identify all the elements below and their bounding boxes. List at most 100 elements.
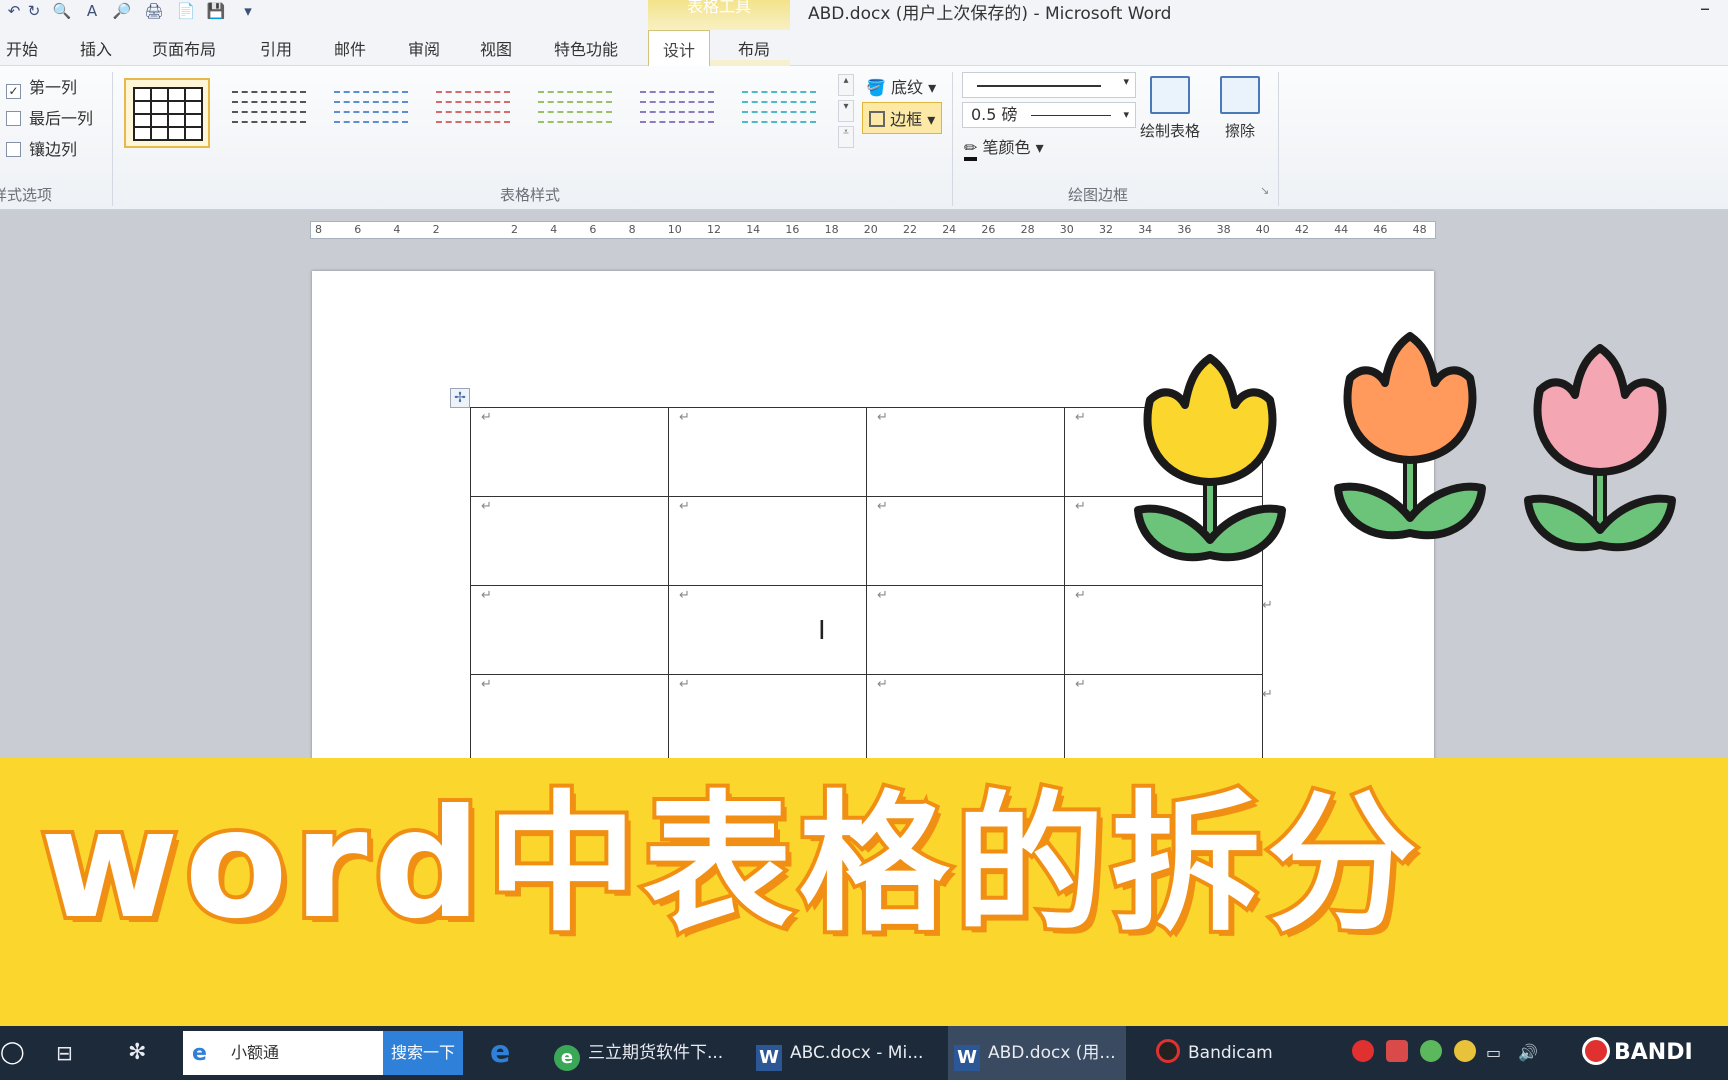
- shading-button[interactable]: 🪣 底纹 ▾: [866, 74, 936, 98]
- ruler-tick-label: 2: [511, 223, 518, 236]
- pen-color-button[interactable]: ✏ 笔颜色 ▾: [964, 134, 1044, 161]
- horizontal-ruler[interactable]: 8 6 4 2 2 4 6 8 10 12 14 16 18 20 22 24 26 28 30 32 34 36 38 40…: [310, 221, 1436, 239]
- row-end-mark: ↵: [1262, 598, 1273, 613]
- table-cell[interactable]: ↵: [866, 585, 1065, 675]
- cell-end-mark: ↵: [1075, 588, 1086, 603]
- table-cell[interactable]: ↵: [1064, 674, 1263, 764]
- start-icon[interactable]: ◯: [0, 1026, 30, 1080]
- taskbar-item-abd-docx[interactable]: W ABD.docx (用...: [948, 1026, 1126, 1080]
- dialog-launcher-icon[interactable]: ↘: [1260, 184, 1269, 197]
- table-style-thumbnail[interactable]: [634, 78, 720, 148]
- banner-title: word中表格的拆分: [36, 778, 1423, 952]
- green-app-icon: e: [554, 1045, 580, 1071]
- search-button[interactable]: 搜索一下: [383, 1031, 463, 1075]
- tray-app-icon[interactable]: [1386, 1040, 1408, 1062]
- ie-icon: e: [192, 1041, 207, 1066]
- taskbar-item-futures-software[interactable]: e 三立期货软件下...: [550, 1026, 728, 1080]
- table-cell[interactable]: ↵: [470, 674, 669, 764]
- tab-review[interactable]: 审阅: [408, 36, 440, 60]
- preview-icon[interactable]: 🔍: [52, 2, 72, 20]
- tulip-icon: [1334, 332, 1486, 540]
- draw-borders-group-label: 绘图边框: [1068, 186, 1129, 204]
- line-style-dropdown[interactable]: ▾: [962, 72, 1136, 98]
- print-icon[interactable]: 🖨: [144, 2, 164, 20]
- eraser-button[interactable]: 擦除: [1210, 76, 1270, 141]
- tulip-icon: [1524, 344, 1676, 552]
- ruler-tick-label: 46: [1373, 223, 1388, 236]
- table-row: ↵ ↵ ↵ ↵: [470, 585, 1263, 675]
- table-cell[interactable]: ↵: [866, 407, 1065, 497]
- table-cell[interactable]: ↵: [866, 496, 1065, 586]
- new-doc-icon[interactable]: 📄: [176, 2, 196, 20]
- first-column-checkbox[interactable]: ✓ 第一列: [6, 74, 77, 99]
- cell-end-mark: ↵: [679, 588, 690, 603]
- table-cell[interactable]: ↵: [668, 674, 867, 764]
- task-view-icon[interactable]: ⊟: [56, 1026, 86, 1080]
- tab-layout[interactable]: 布局: [738, 36, 770, 60]
- table-style-thumbnail[interactable]: [532, 78, 618, 148]
- ruler-tick-label: 10: [667, 223, 682, 236]
- banded-columns-checkbox[interactable]: 镶边列: [6, 136, 77, 160]
- taskbar-item-abc-docx[interactable]: W ABC.docx - Mi...: [752, 1026, 930, 1080]
- table-cell[interactable]: ↵: [470, 496, 669, 586]
- pinwheel-icon[interactable]: ✻: [128, 1026, 158, 1080]
- table-cell[interactable]: ↵: [668, 585, 867, 675]
- grid-table-style-icon: [133, 87, 203, 141]
- table-style-thumbnail[interactable]: [328, 78, 414, 148]
- ribbon: ✓第一列 最后一列 镶边列 样式选项 ▴ ▾ ⩡ 表格样式 🪣 底纹 ▾ 边框 …: [0, 66, 1728, 211]
- ruler-tick-label: 12: [707, 223, 721, 236]
- spelling-icon[interactable]: A: [82, 2, 102, 20]
- table-cell[interactable]: ↵: [470, 585, 669, 675]
- draw-table-button[interactable]: 绘制表格: [1140, 76, 1200, 141]
- gallery-down-icon[interactable]: ▾: [838, 100, 854, 122]
- cell-end-mark: ↵: [481, 499, 492, 514]
- ruler-tick-label: 26: [981, 223, 996, 236]
- table-row: ↵ ↵ ↵ ↵: [470, 674, 1263, 764]
- tray-record-icon[interactable]: [1352, 1040, 1374, 1062]
- cell-end-mark: ↵: [877, 499, 888, 514]
- browser-search-input[interactable]: 小额通: [183, 1031, 383, 1075]
- edge-icon[interactable]: e: [490, 1026, 520, 1080]
- tab-design[interactable]: 设计: [648, 30, 711, 67]
- tray-yellow-icon[interactable]: [1454, 1040, 1476, 1062]
- gallery-more-icon[interactable]: ⩡: [838, 126, 854, 148]
- tab-home[interactable]: 开始: [6, 36, 38, 60]
- ruler-tick-label: 24: [942, 223, 957, 236]
- last-column-checkbox[interactable]: 最后一列: [6, 105, 93, 129]
- tray-green-icon[interactable]: [1420, 1040, 1442, 1062]
- customize-quick-access-icon[interactable]: ▾: [238, 2, 258, 20]
- taskbar-item-bandicam[interactable]: Bandicam: [1152, 1026, 1312, 1080]
- borders-button[interactable]: 边框 ▾: [862, 102, 943, 134]
- table-cell[interactable]: ↵: [470, 407, 669, 497]
- undo-icon[interactable]: ↶: [4, 2, 24, 20]
- line-weight-dropdown[interactable]: 0.5 磅 ▾: [962, 102, 1136, 128]
- word-icon: W: [954, 1045, 980, 1071]
- tab-view[interactable]: 视图: [480, 36, 512, 60]
- table-cell[interactable]: ↵: [866, 674, 1065, 764]
- tab-mailings[interactable]: 邮件: [334, 36, 366, 60]
- table-cell[interactable]: ↵: [1064, 585, 1263, 675]
- tab-page-layout[interactable]: 页面布局: [152, 36, 216, 60]
- volume-icon[interactable]: 🔊: [1518, 1026, 1542, 1080]
- table-style-grid[interactable]: [124, 78, 210, 148]
- table-style-thumbnail[interactable]: [430, 78, 516, 148]
- table-style-thumbnail[interactable]: [736, 78, 822, 148]
- save-icon[interactable]: 💾: [206, 2, 226, 20]
- tab-references[interactable]: 引用: [260, 36, 292, 60]
- redo-icon[interactable]: ↻: [24, 2, 44, 20]
- table-style-thumbnail[interactable]: [226, 78, 312, 148]
- minimize-button[interactable]: –: [1700, 0, 1710, 20]
- gallery-up-icon[interactable]: ▴: [838, 74, 854, 96]
- ruler-tick-label: 40: [1255, 223, 1270, 236]
- battery-icon[interactable]: ▭: [1486, 1026, 1510, 1080]
- bandicam-watermark: BANDI: [1582, 1026, 1728, 1080]
- ruler-tick-label: 8: [628, 223, 636, 236]
- record-icon: [1582, 1037, 1610, 1065]
- zoom-icon[interactable]: 🔎: [112, 2, 132, 20]
- tab-special-features[interactable]: 特色功能: [554, 36, 618, 60]
- paint-bucket-icon: 🪣: [866, 78, 886, 97]
- tab-insert[interactable]: 插入: [80, 36, 112, 60]
- table-cell[interactable]: ↵: [668, 496, 867, 586]
- table-cell[interactable]: ↵: [668, 407, 867, 497]
- table-move-handle-icon[interactable]: ✢: [450, 388, 470, 408]
